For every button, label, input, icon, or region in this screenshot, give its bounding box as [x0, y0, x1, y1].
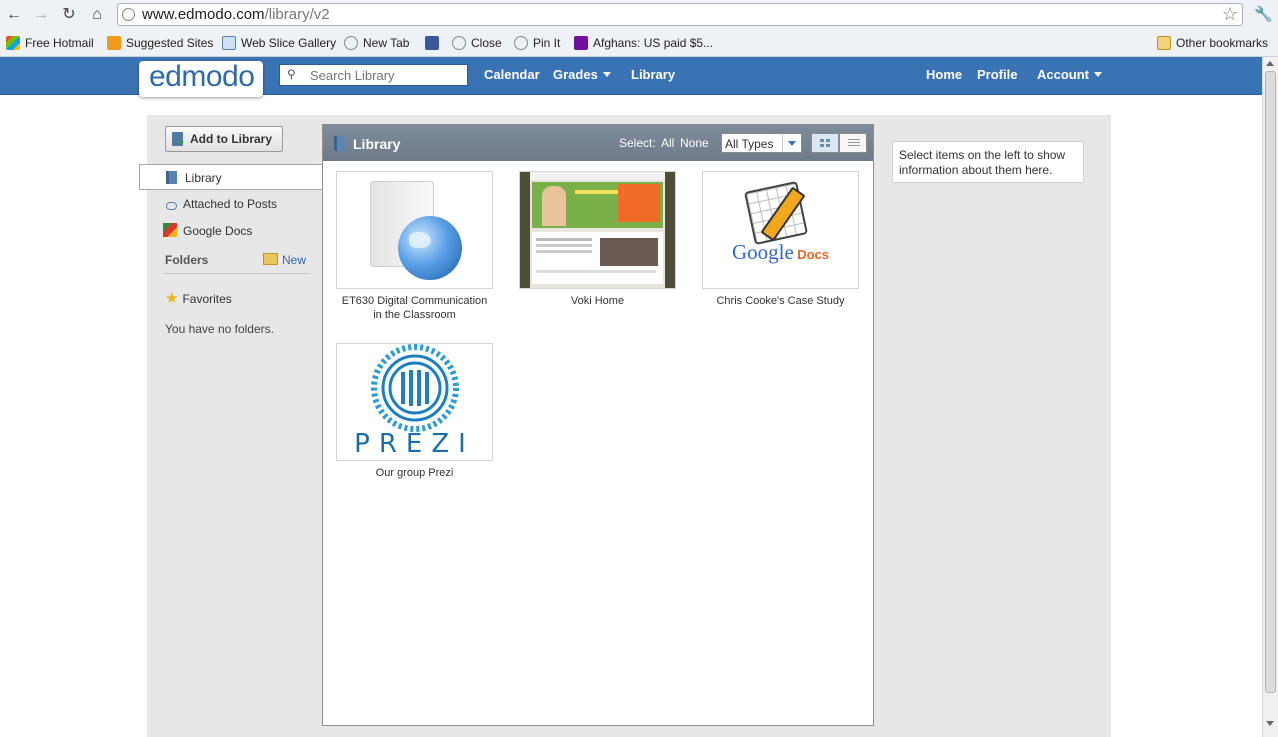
bookmark-new-tab[interactable]: New Tab — [344, 34, 409, 52]
sidebar-item-favorites[interactable]: ★ Favorites — [165, 289, 232, 307]
item-thumbnail[interactable] — [336, 171, 493, 289]
nav-profile[interactable]: Profile — [977, 67, 1017, 82]
add-to-library-button[interactable]: + Add to Library — [165, 126, 283, 152]
panel-header: Library Select: All None All Types — [323, 125, 873, 161]
scroll-down-icon[interactable] — [1266, 721, 1274, 726]
library-item[interactable]: Voki Home — [519, 171, 676, 308]
item-thumbnail[interactable] — [519, 171, 676, 289]
browser-toolbar: ← → ↻ ⌂ www.edmodo.com/library/v2 ☆ 🔧 — [0, 0, 1278, 31]
select-all-link[interactable]: All — [661, 136, 674, 150]
page-globe-icon — [122, 8, 135, 21]
library-item[interactable]: Google Docs Chris Cooke's Case Study — [702, 171, 859, 308]
chevron-down-icon — [1094, 72, 1102, 77]
edmodo-logo[interactable]: edmodo — [139, 60, 263, 97]
bookmark-close[interactable]: Close — [452, 34, 502, 52]
folder-icon — [1157, 36, 1171, 50]
library-book-icon — [334, 136, 345, 151]
info-panel: Select items on the left to show informa… — [892, 141, 1084, 183]
scrollbar-thumb[interactable] — [1265, 71, 1276, 693]
library-item[interactable]: PREZI Our group Prezi — [336, 343, 493, 480]
list-view-button[interactable] — [839, 133, 867, 153]
folders-heading: Folders — [165, 253, 209, 267]
reload-icon[interactable]: ↻ — [59, 5, 79, 25]
search-icon: ⚲ — [287, 67, 296, 81]
vertical-scrollbar[interactable] — [1262, 57, 1278, 737]
bookmark-facebook[interactable] — [425, 34, 444, 52]
item-caption: Chris Cooke's Case Study — [716, 295, 845, 307]
library-item[interactable]: ET630 Digital Communication in the Class… — [336, 171, 493, 322]
globe-icon — [452, 36, 466, 50]
item-caption: Voki Home — [570, 295, 625, 307]
globe-icon — [398, 216, 462, 280]
yahoo-icon — [574, 36, 588, 50]
search-input[interactable] — [310, 67, 460, 83]
bookmark-other[interactable]: Other bookmarks — [1157, 34, 1268, 52]
google-docs-wordmark: Google Docs — [732, 240, 829, 264]
no-folders-text: You have no folders. — [165, 322, 274, 336]
prezi-wordmark: PREZI — [354, 429, 475, 459]
site-header: edmodo ⚲ Calendar Grades Library Home Pr… — [0, 57, 1262, 97]
globe-icon — [344, 36, 358, 50]
nav-account[interactable]: Account — [1037, 67, 1102, 82]
address-bar[interactable]: www.edmodo.com/library/v2 ☆ — [117, 3, 1243, 26]
facebook-icon — [425, 36, 439, 50]
home-icon[interactable]: ⌂ — [87, 5, 107, 25]
grid-view-button[interactable] — [811, 133, 839, 153]
sidebar-item-attached[interactable]: Attached to Posts — [163, 197, 277, 211]
info-text: Select items on the left to show informa… — [899, 148, 1066, 177]
plus-icon: + — [178, 138, 184, 149]
chevron-down-icon — [782, 134, 801, 152]
item-caption: Our group Prezi — [375, 467, 454, 479]
sidebar-item-library[interactable]: Library — [139, 164, 323, 190]
globe-icon — [514, 36, 528, 50]
web-slice-icon — [222, 36, 236, 50]
bookmark-pin-it[interactable]: Pin It — [514, 34, 560, 52]
new-folder-button[interactable]: New — [263, 253, 306, 267]
continent-shape — [409, 232, 431, 248]
new-folder-icon — [263, 253, 278, 265]
forward-icon[interactable]: → — [31, 5, 51, 25]
bookmarks-bar: Free Hotmail Suggested Sites Web Slice G… — [0, 30, 1278, 57]
item-thumbnail[interactable]: Google Docs — [702, 171, 859, 289]
type-filter-select[interactable]: All Types — [721, 133, 802, 153]
scroll-up-icon[interactable] — [1266, 61, 1274, 66]
item-caption: ET630 Digital Communication in the Class… — [341, 295, 488, 321]
select-none-link[interactable]: None — [680, 136, 709, 150]
suggested-sites-icon — [107, 36, 121, 50]
library-book-icon — [166, 171, 177, 184]
folders-divider — [163, 273, 310, 274]
voki-page-thumbnail — [520, 172, 675, 288]
google-docs-icon — [163, 223, 177, 237]
search-box[interactable]: ⚲ — [279, 64, 468, 86]
nav-grades[interactable]: Grades — [553, 67, 611, 82]
url-text: www.edmodo.com/library/v2 — [142, 6, 330, 23]
bookmark-web-slice-gallery[interactable]: Web Slice Gallery — [222, 34, 336, 52]
speech-bubble-icon — [166, 202, 177, 210]
star-icon: ★ — [165, 290, 179, 307]
bookmark-free-hotmail[interactable]: Free Hotmail — [6, 34, 94, 52]
sidebar-item-google-docs[interactable]: Google Docs — [163, 223, 252, 238]
back-icon[interactable]: ← — [4, 5, 24, 25]
bookmark-suggested-sites[interactable]: Suggested Sites — [107, 34, 213, 52]
item-thumbnail[interactable]: PREZI — [336, 343, 493, 461]
select-label: Select: — [619, 136, 656, 150]
nav-library[interactable]: Library — [631, 67, 675, 82]
bookmark-star-icon[interactable]: ☆ — [1222, 4, 1238, 24]
bookmark-afghans[interactable]: Afghans: US paid $5... — [574, 34, 713, 52]
nav-home[interactable]: Home — [926, 67, 962, 82]
chevron-down-icon — [602, 72, 611, 77]
windows-flag-icon — [6, 36, 20, 50]
wrench-icon[interactable]: 🔧 — [1254, 5, 1273, 25]
nav-calendar[interactable]: Calendar — [484, 67, 540, 82]
panel-title: Library — [353, 136, 401, 152]
